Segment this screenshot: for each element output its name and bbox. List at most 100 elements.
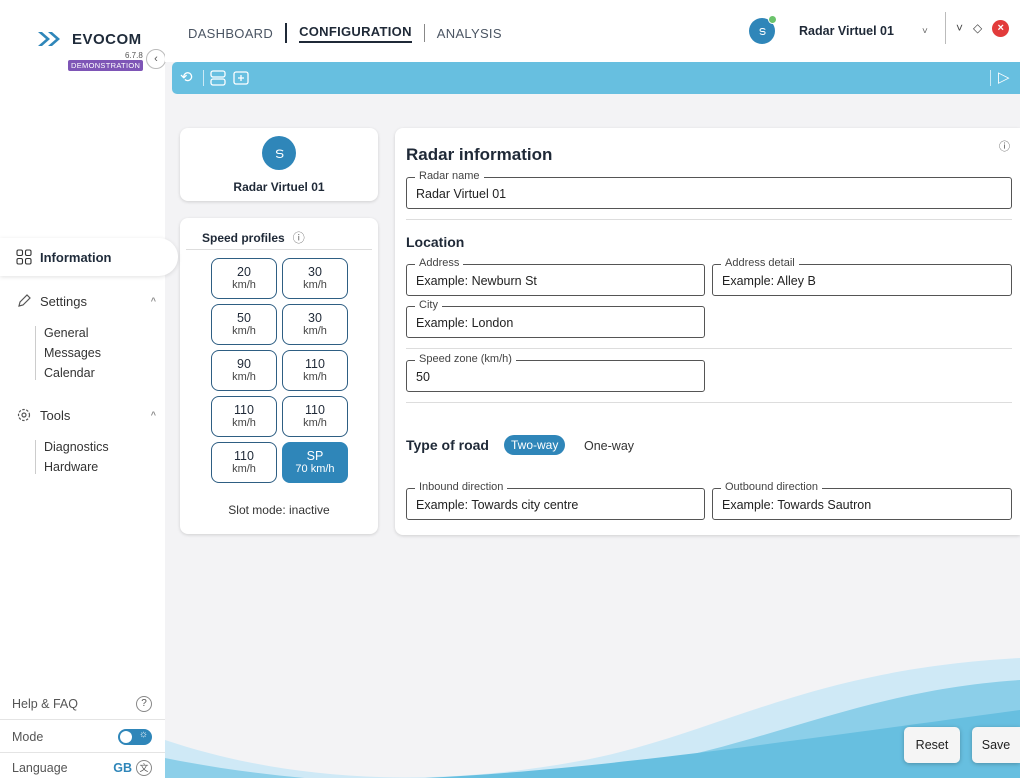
decorative-wave bbox=[165, 658, 1020, 778]
speed-zone-field[interactable]: Speed zone (km/h) 50 bbox=[406, 353, 705, 392]
radar-selector[interactable]: ട Radar Virtuel 01 ˅ bbox=[749, 15, 928, 44]
tab-separator bbox=[423, 24, 425, 42]
toolbar: ⟲ ▷ bbox=[172, 62, 1020, 94]
speed-profile-value: 30 bbox=[308, 264, 322, 279]
speed-profile-button[interactable]: 110 km/h bbox=[282, 396, 348, 437]
road-option-two-way[interactable]: Two-way bbox=[504, 435, 566, 455]
city-field[interactable]: City Example: London bbox=[406, 299, 705, 338]
inbound-direction-field[interactable]: Inbound direction Example: Towards city … bbox=[406, 481, 705, 520]
road-option-one-way[interactable]: One-way bbox=[584, 439, 634, 453]
section-divider bbox=[406, 348, 1012, 349]
translate-icon: 文 bbox=[136, 760, 152, 776]
radar-name-field[interactable]: Radar name Radar Virtuel 01 bbox=[406, 170, 1012, 209]
section-divider bbox=[406, 219, 1012, 220]
speed-profile-button[interactable]: 110 km/h bbox=[211, 396, 277, 437]
speed-profiles-grid: 20 km/h 30 km/h 50 km/h 30 km/h 90 km/h 110 km/h 110… bbox=[211, 258, 348, 483]
server-icon[interactable] bbox=[210, 70, 226, 86]
speed-profile-unit: km/h bbox=[303, 371, 327, 384]
tab-separator bbox=[285, 23, 288, 43]
sidebar-item-diagnostics[interactable]: Diagnostics bbox=[44, 440, 109, 454]
speed-zone-label: Speed zone (km/h) bbox=[415, 353, 516, 365]
address-detail-placeholder: Example: Alley B bbox=[722, 274, 816, 288]
speed-profile-button[interactable]: 110 km/h bbox=[211, 442, 277, 483]
address-detail-field[interactable]: Address detail Example: Alley B bbox=[712, 257, 1012, 296]
radar-avatar: ട bbox=[749, 15, 777, 44]
tab-dashboard[interactable]: DASHBOARD bbox=[188, 26, 273, 41]
radar-info-title: Radar information bbox=[406, 145, 553, 164]
toolbar-separator bbox=[203, 70, 204, 86]
speed-profiles-header: Speed profiles ⓘ bbox=[186, 226, 372, 250]
top-bar: DASHBOARD CONFIGURATION ANALYSIS ട Radar… bbox=[165, 0, 1020, 62]
send-icon[interactable]: ▷ bbox=[998, 68, 1010, 86]
address-field[interactable]: Address Example: Newburn St bbox=[406, 257, 705, 296]
speed-profile-value: 50 bbox=[237, 310, 251, 325]
address-label: Address bbox=[415, 257, 464, 269]
help-faq-link[interactable]: Help & FAQ ? bbox=[12, 696, 152, 712]
inbound-placeholder: Example: Towards city centre bbox=[416, 498, 579, 512]
speed-profile-value: 110 bbox=[305, 356, 325, 371]
help-icon: ? bbox=[136, 696, 152, 712]
speed-profile-button[interactable]: 90 km/h bbox=[211, 350, 277, 391]
radar-name-label: Radar name bbox=[415, 170, 484, 182]
slot-mode-label: Slot mode: bbox=[228, 503, 286, 517]
sidebar-group-settings[interactable]: Settings ^ bbox=[16, 293, 156, 309]
tab-analysis[interactable]: ANALYSIS bbox=[437, 26, 502, 41]
tab-configuration[interactable]: CONFIGURATION bbox=[299, 24, 412, 43]
radar-logo-icon: ട bbox=[262, 136, 296, 170]
section-divider bbox=[406, 402, 1012, 403]
save-button[interactable]: Save bbox=[972, 727, 1020, 763]
divider bbox=[0, 752, 165, 753]
grid-icon bbox=[16, 249, 32, 265]
language-selector[interactable]: GB 文 bbox=[113, 760, 152, 776]
mode-row: Mode bbox=[12, 729, 152, 745]
speed-profile-button[interactable]: 30 km/h bbox=[282, 304, 348, 345]
pencil-icon bbox=[18, 294, 31, 307]
add-file-icon[interactable] bbox=[233, 70, 249, 86]
sidebar-item-calendar[interactable]: Calendar bbox=[44, 366, 101, 380]
sidebar-group-tools[interactable]: Tools ^ bbox=[16, 407, 156, 423]
toolbar-separator bbox=[990, 70, 991, 86]
speed-profile-unit: km/h bbox=[232, 463, 256, 476]
speed-profile-unit: km/h bbox=[232, 279, 256, 292]
speed-zone-value: 50 bbox=[416, 370, 430, 384]
chevron-up-icon: ^ bbox=[150, 410, 156, 420]
reset-button[interactable]: Reset bbox=[904, 727, 960, 763]
collapse-sidebar-button[interactable]: ‹ bbox=[146, 49, 166, 69]
speed-profile-value: 110 bbox=[234, 448, 254, 463]
city-placeholder: Example: London bbox=[416, 316, 514, 330]
evocom-logo-icon bbox=[38, 32, 60, 46]
sidebar-item-messages[interactable]: Messages bbox=[44, 346, 101, 360]
app-name: EVOCOM bbox=[72, 31, 142, 48]
sidebar-item-general[interactable]: General bbox=[44, 326, 101, 340]
diamond-icon[interactable]: ◇ bbox=[973, 21, 982, 35]
info-icon[interactable]: ⓘ bbox=[999, 138, 1010, 154]
outbound-label: Outbound direction bbox=[721, 481, 822, 493]
inbound-label: Inbound direction bbox=[415, 481, 508, 493]
sync-icon[interactable]: ⟲ bbox=[180, 68, 193, 86]
speed-profile-button[interactable]: 20 km/h bbox=[211, 258, 277, 299]
speed-profile-value: SP bbox=[306, 448, 324, 463]
minimize-icon[interactable]: ˅ bbox=[956, 21, 963, 35]
speed-profile-value: 30 bbox=[308, 310, 322, 325]
speed-profile-button[interactable]: SP 70 km/h bbox=[282, 442, 348, 483]
language-value: GB bbox=[113, 761, 132, 775]
logo: EVOCOM 6.7.8 DEMONSTRATION bbox=[14, 20, 154, 90]
speed-profile-value: 90 bbox=[237, 356, 251, 371]
app-version: 6.7.8 bbox=[125, 51, 143, 60]
mode-label: Mode bbox=[12, 730, 44, 744]
outbound-direction-field[interactable]: Outbound direction Example: Towards Saut… bbox=[712, 481, 1012, 520]
window-controls: ˅ ◇ × bbox=[945, 12, 1010, 44]
mode-toggle[interactable] bbox=[118, 729, 152, 745]
info-icon[interactable]: ⓘ bbox=[293, 229, 305, 246]
address-detail-label: Address detail bbox=[721, 257, 799, 269]
speed-profile-button[interactable]: 30 km/h bbox=[282, 258, 348, 299]
tools-sublist: Diagnostics Hardware bbox=[35, 440, 109, 474]
sidebar-item-information[interactable]: Information bbox=[0, 238, 178, 276]
sidebar-settings-label: Settings bbox=[40, 293, 87, 309]
close-icon[interactable]: × bbox=[992, 19, 1010, 37]
outbound-placeholder: Example: Towards Sautron bbox=[722, 498, 872, 512]
speed-profile-button[interactable]: 110 km/h bbox=[282, 350, 348, 391]
speed-profile-unit: km/h bbox=[303, 279, 327, 292]
sidebar-item-hardware[interactable]: Hardware bbox=[44, 460, 109, 474]
speed-profile-button[interactable]: 50 km/h bbox=[211, 304, 277, 345]
